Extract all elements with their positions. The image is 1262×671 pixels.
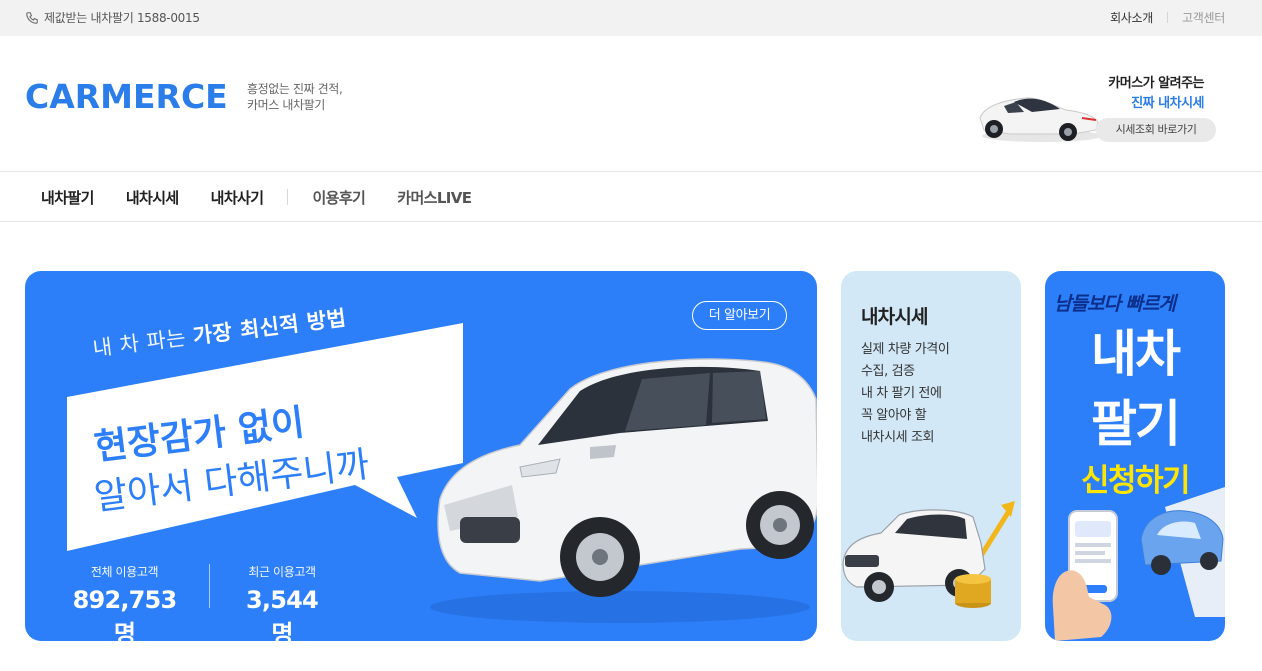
nav-car-price[interactable]: 내차시세 <box>126 187 179 208</box>
sell-big-line2: 팔기 <box>1091 395 1181 453</box>
desc-line: 꼭 알아야 할 <box>861 408 927 423</box>
about-link[interactable]: 회사소개 <box>1110 9 1153 26</box>
promo-line1: 카머스가 알려주는 <box>1108 76 1204 91</box>
utility-links: 회사소개 고객센터 <box>1110 9 1225 26</box>
nav-reviews[interactable]: 이용후기 <box>312 187 365 208</box>
carmerce-logo[interactable]: CARMERCE <box>25 78 228 116</box>
price-check-button[interactable]: 시세조회 바로가기 <box>1096 118 1216 142</box>
stat-recent-customers: 최근 이용고객 3,544명 <box>237 563 327 641</box>
phone-icon <box>26 11 38 24</box>
site-header: CARMERCE 흥정없는 진짜 견적, 카머스 내차팔기 카머스가 알려주는 … <box>0 36 1262 172</box>
stat-total-value: 892,753명 <box>72 586 178 641</box>
hero-banner[interactable]: 내 차 파는 가장 최신적 방법 현장감가 없이 알아서 다해주니까 더 알아보… <box>25 271 817 641</box>
car-price-description: 실제 차량 가격이 수집, 검증 내 차 팔기 전에 꼭 알아야 할 내차시세 … <box>861 339 950 449</box>
car-price-title: 내차시세 <box>861 306 929 328</box>
sell-car-card[interactable]: 남들보다 빠르게 내차 팔기 신청하기 <box>1045 271 1225 641</box>
nav-carmerce-live[interactable]: 카머스LIVE <box>397 187 472 208</box>
nav-sell-car[interactable]: 내차팔기 <box>41 187 94 208</box>
price-check-promo[interactable]: 카머스가 알려주는 진짜 내차시세 시세조회 바로가기 <box>970 70 1220 150</box>
stat-recent-value: 3,544명 <box>246 586 319 641</box>
stat-total-label: 전체 이용고객 <box>90 565 159 579</box>
desc-line: 실제 차량 가격이 <box>861 342 950 357</box>
promo-line2: 진짜 내차시세 <box>1131 96 1204 111</box>
desc-line: 수집, 검증 <box>861 364 915 379</box>
phone-hand-car-illustration <box>1052 487 1225 641</box>
suv-with-coins-illustration <box>842 501 1015 608</box>
main-nav: 내차팔기 내차시세 내차사기 이용후기 카머스LIVE <box>0 173 1262 222</box>
stat-total-customers: 전체 이용고객 892,753명 <box>67 563 182 641</box>
desc-line: 내차시세 조회 <box>861 430 935 445</box>
tagline: 흥정없는 진짜 견적, 카머스 내차팔기 <box>247 81 343 113</box>
white-suv-image <box>430 358 817 623</box>
nav-buy-car[interactable]: 내차사기 <box>211 187 264 208</box>
customer-center-link[interactable]: 고객센터 <box>1182 9 1225 26</box>
tagline-line1: 흥정없는 진짜 견적, <box>247 82 343 96</box>
stat-recent-label: 최근 이용고객 <box>248 565 316 579</box>
phone-text: 제값받는 내차팔기 1588-0015 <box>44 11 200 25</box>
desc-line: 내 차 팔기 전에 <box>861 386 942 401</box>
phone-contact[interactable]: 제값받는 내차팔기 1588-0015 <box>25 9 200 26</box>
learn-more-button[interactable]: 더 알아보기 <box>692 301 787 330</box>
tagline-line2: 카머스 내차팔기 <box>247 98 325 112</box>
car-price-card[interactable]: 내차시세 실제 차량 가격이 수집, 검증 내 차 팔기 전에 꼭 알아야 할 … <box>841 271 1021 641</box>
link-divider <box>1167 12 1169 23</box>
nav-divider <box>287 189 289 205</box>
stat-divider <box>209 564 210 608</box>
sell-kicker: 남들보다 빠르게 <box>1054 293 1176 315</box>
utility-bar: 제값받는 내차팔기 1588-0015 회사소개 고객센터 <box>0 0 1262 36</box>
white-sports-car-image <box>979 97 1102 142</box>
sell-big-line1: 내차 <box>1091 325 1181 383</box>
